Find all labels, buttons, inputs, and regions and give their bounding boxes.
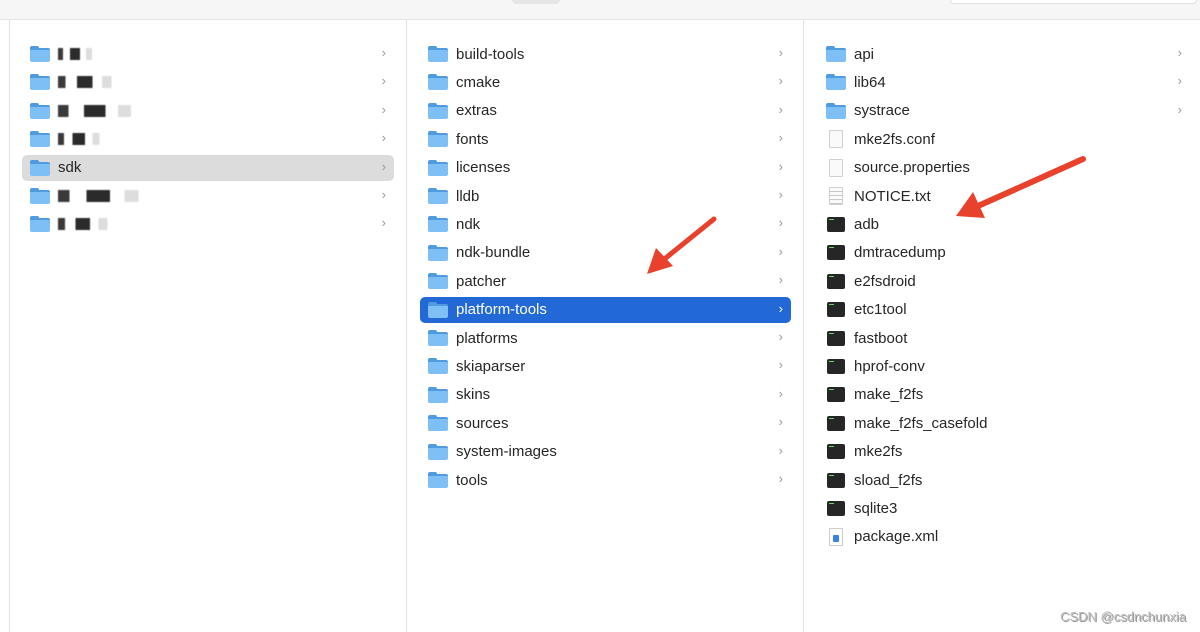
arrow-to-adb (956, 156, 1086, 218)
arrow-to-platform-tools (647, 216, 717, 274)
annotation-arrows (647, 156, 1086, 274)
watermark: CSDN @csdnchunxia (1060, 609, 1186, 624)
